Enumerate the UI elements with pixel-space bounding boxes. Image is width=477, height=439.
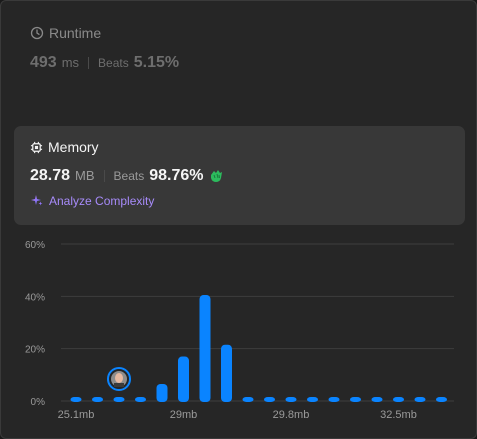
runtime-card[interactable]: Runtime 493 ms Beats 5.15% [30,25,179,72]
divider [103,170,105,182]
memory-title: Memory [48,139,99,155]
x-tick-label: 32.5mb [380,409,417,421]
chart-bar[interactable] [371,397,383,402]
chart-bar[interactable] [221,344,232,402]
chart-bar[interactable] [393,397,404,402]
runtime-beats-value: 5.15% [133,54,180,71]
chart-bar[interactable] [414,397,426,402]
chart-bar[interactable] [92,397,103,402]
runtime-unit: ms [61,55,80,70]
analyze-complexity-label: Analyze Complexity [49,194,155,208]
runtime-stat: 493 ms Beats 5.15% [30,54,179,72]
chart-bar[interactable] [113,397,125,402]
y-tick-label: 60% [25,240,45,251]
chart-bar[interactable] [178,356,189,402]
clock-icon [30,26,44,40]
chart-bar[interactable] [436,397,447,402]
performance-panel: Runtime 493 ms Beats 5.15% Memory 28.78 … [0,0,477,439]
runtime-value: 493 [30,54,57,71]
chart-bar[interactable] [156,383,168,402]
chart-bar[interactable] [242,397,254,402]
memory-unit: MB [75,168,95,183]
chart-bar[interactable] [70,397,82,402]
memory-card[interactable]: Memory 28.78 MB Beats 98.76% Analyze Com… [14,126,465,225]
chart-bar[interactable] [328,397,340,402]
memory-stat: 28.78 MB Beats 98.76% [30,167,225,185]
memory-title-row: Memory [30,139,225,155]
x-tick-label: 29.8mb [273,409,310,421]
divider [88,57,90,69]
runtime-title: Runtime [49,25,102,41]
runtime-title-row: Runtime [30,25,179,41]
y-tick-label: 0% [31,397,46,408]
chart-bar[interactable] [350,397,361,402]
memory-value: 28.78 [30,167,71,184]
x-tick-label: 25.1mb [58,409,95,421]
x-tick-label: 29mb [170,409,198,421]
clap-icon [208,169,225,184]
chart-bar[interactable] [307,397,318,402]
avatar-head [115,373,123,383]
sparkle-icon [31,195,43,206]
memory-beats-label: Beats [113,169,145,183]
chart-bar[interactable] [264,397,275,402]
avatar-shirt [114,383,124,387]
chart-bar[interactable] [285,397,297,402]
analyze-complexity-link[interactable]: Analyze Complexity [30,194,225,208]
chip-icon [30,141,43,153]
chart-bar[interactable] [135,397,146,402]
y-tick-label: 20% [25,345,45,356]
memory-beats-value: 98.76% [149,167,204,184]
y-tick-label: 40% [25,292,45,303]
memory-distribution-chart: 60% 40% 20% 0% 25.1mb 29mb 29.8mb 32.5mb [25,240,454,421]
runtime-beats-label: Beats [98,56,129,70]
chart-bar[interactable] [199,295,211,402]
